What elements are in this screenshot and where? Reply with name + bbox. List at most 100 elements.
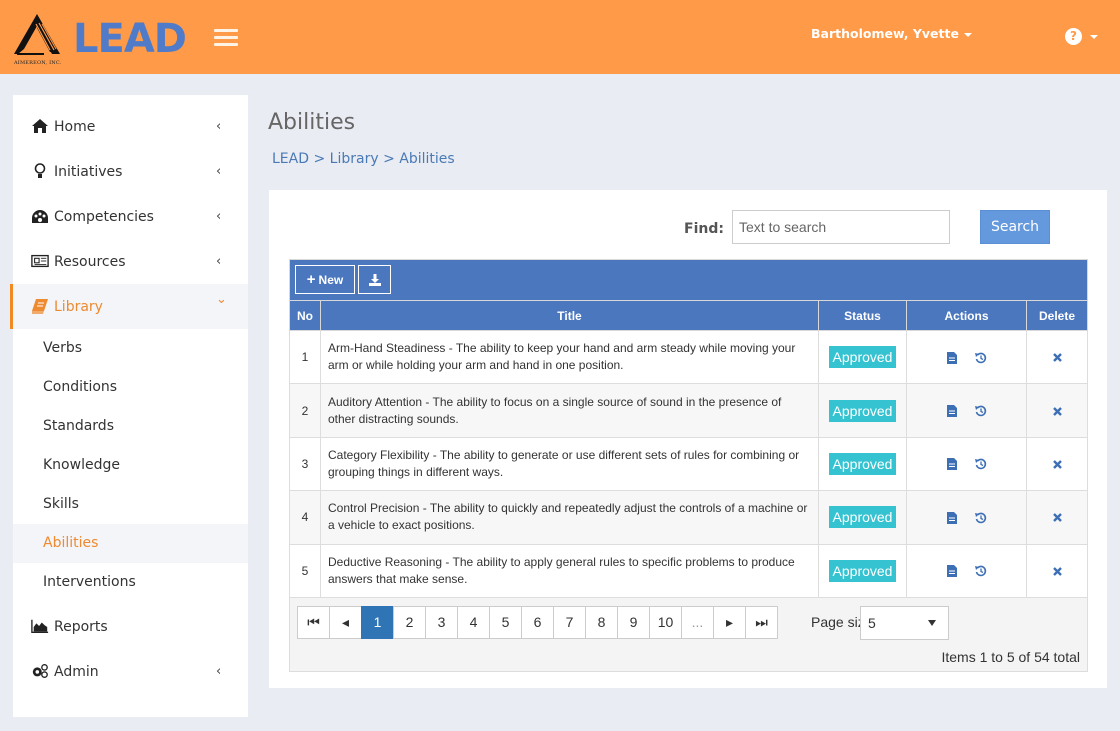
- home-icon: [31, 118, 49, 134]
- breadcrumb-library[interactable]: Library: [330, 151, 379, 167]
- page-button[interactable]: 9: [617, 605, 650, 639]
- details-icon[interactable]: [945, 351, 959, 365]
- delete-icon[interactable]: [1050, 457, 1064, 471]
- sidebar-subitem-conditions[interactable]: Conditions: [13, 368, 248, 407]
- delete-icon[interactable]: [1050, 511, 1064, 525]
- history-icon[interactable]: [974, 457, 988, 471]
- chevron-left-icon: ‹: [216, 254, 222, 269]
- row-title: Category Flexibility - The ability to ge…: [320, 436, 819, 492]
- column-header-no[interactable]: No: [289, 300, 321, 331]
- status-badge: Approved: [828, 346, 897, 369]
- page-button[interactable]: 5: [489, 605, 522, 639]
- status-badge: Approved: [828, 452, 897, 475]
- details-icon[interactable]: [945, 457, 959, 471]
- status-badge: Approved: [828, 399, 897, 422]
- column-header-status[interactable]: Status: [818, 300, 907, 331]
- chevron-left-icon: ‹: [216, 664, 222, 679]
- row-delete-cell: [1026, 383, 1088, 438]
- row-number: 5: [289, 543, 321, 598]
- sidebar-item-label: Library: [54, 298, 103, 315]
- table-row[interactable]: 3 Category Flexibility - The ability to …: [289, 436, 1088, 492]
- history-icon[interactable]: [974, 351, 988, 365]
- row-title: Auditory Attention - The ability to focu…: [320, 383, 819, 438]
- row-status-cell: Approved: [818, 543, 907, 598]
- row-number: 3: [289, 436, 321, 492]
- sidebar-item-admin[interactable]: Admin ‹: [13, 649, 248, 694]
- newspaper-icon: [31, 253, 49, 269]
- table-row[interactable]: 1 Arm-Hand Steadiness - The ability to k…: [289, 329, 1088, 385]
- breadcrumb-abilities[interactable]: Abilities: [399, 151, 454, 167]
- chevron-left-icon: ‹: [216, 119, 222, 134]
- new-button-label: New: [318, 272, 344, 287]
- sidebar-item-competencies[interactable]: Competencies ‹: [13, 194, 248, 239]
- chevron-down-icon: ⌄: [216, 292, 227, 307]
- delete-icon[interactable]: [1050, 564, 1064, 578]
- history-icon[interactable]: [974, 564, 988, 578]
- sidebar-item-label: Initiatives: [54, 163, 123, 180]
- page-button[interactable]: 2: [393, 605, 426, 639]
- page-button[interactable]: 8: [585, 605, 618, 639]
- row-actions: [906, 543, 1027, 598]
- page-button[interactable]: 7: [553, 605, 586, 639]
- caret-down-icon: [1090, 34, 1098, 39]
- page-button[interactable]: 10: [649, 605, 682, 639]
- breadcrumb-lead[interactable]: LEAD: [272, 151, 309, 167]
- page-button[interactable]: 6: [521, 605, 554, 639]
- history-icon[interactable]: [974, 404, 988, 418]
- sidebar-subitem-standards[interactable]: Standards: [13, 407, 248, 446]
- sidebar-subitem-abilities[interactable]: Abilities: [13, 524, 248, 563]
- pager-area: ⏮ ◂ 1 2 3 4 5 6 7 8 9 10... ▸ ⏭ Page size: 5 Items 1 …: [289, 597, 1088, 672]
- delete-icon[interactable]: [1050, 351, 1064, 365]
- sidebar-subitem-interventions[interactable]: Interventions: [13, 563, 248, 602]
- dropdown-arrow-icon: [928, 619, 936, 626]
- sidebar-item-resources[interactable]: Resources ‹: [13, 239, 248, 284]
- status-badge: Approved: [828, 559, 897, 582]
- last-page-button[interactable]: ⏭: [745, 605, 778, 639]
- page-button[interactable]: 3: [425, 605, 458, 639]
- page-size-value: 5: [868, 614, 876, 631]
- search-input[interactable]: [732, 210, 950, 244]
- first-page-button[interactable]: ⏮: [297, 605, 330, 639]
- app-logo[interactable]: LEAD: [73, 19, 187, 59]
- column-header-title[interactable]: Title: [320, 300, 819, 331]
- new-button[interactable]: + New: [295, 265, 355, 294]
- company-name: AIMEREON, INC.: [14, 60, 62, 66]
- items-info: Items 1 to 5 of 54 total: [941, 648, 1080, 665]
- user-menu[interactable]: Bartholomew, Yvette: [811, 26, 972, 41]
- history-icon[interactable]: [974, 511, 988, 525]
- row-title: Arm-Hand Steadiness - The ability to kee…: [320, 329, 819, 385]
- export-button[interactable]: [358, 265, 391, 294]
- page-button[interactable]: 1: [361, 605, 394, 639]
- details-icon[interactable]: [945, 564, 959, 578]
- details-icon[interactable]: [945, 511, 959, 525]
- details-icon[interactable]: [945, 404, 959, 418]
- row-status-cell: Approved: [818, 490, 907, 545]
- table-row[interactable]: 2 Auditory Attention - The ability to fo…: [289, 383, 1088, 438]
- sidebar-item-label: Competencies: [54, 208, 154, 225]
- abilities-grid: + New No Title Status Actions Delete 1 Ar…: [289, 259, 1088, 672]
- page-size-select[interactable]: 5: [860, 605, 949, 640]
- help-menu[interactable]: ?: [1065, 26, 1098, 45]
- sidebar-item-library[interactable]: Library ⌄: [10, 284, 248, 329]
- sidebar-subitem-skills[interactable]: Skills: [13, 485, 248, 524]
- sidebar-subitem-verbs[interactable]: Verbs: [13, 329, 248, 368]
- menu-toggle-icon[interactable]: [214, 29, 238, 47]
- page-button[interactable]: 4: [457, 605, 490, 639]
- chevron-left-icon: ‹: [216, 209, 222, 224]
- table-row[interactable]: 5 Deductive Reasoning - The ability to a…: [289, 543, 1088, 598]
- sidebar-item-initiatives[interactable]: Initiatives ‹: [13, 149, 248, 194]
- prev-page-button[interactable]: ◂: [329, 605, 362, 639]
- more-pages-button[interactable]: ...: [681, 605, 714, 639]
- aimereon-logo-icon: [14, 14, 60, 55]
- delete-icon[interactable]: [1050, 404, 1064, 418]
- table-row[interactable]: 4 Control Precision - The ability to qui…: [289, 490, 1088, 545]
- breadcrumb-separator: >: [383, 151, 395, 167]
- sidebar-item-home[interactable]: Home ‹: [13, 104, 248, 149]
- search-button[interactable]: Search: [980, 210, 1050, 244]
- sidebar-item-reports[interactable]: Reports: [13, 604, 248, 649]
- library-submenu: Verbs Conditions Standards Knowledge Ski…: [13, 329, 248, 602]
- book-icon: [31, 298, 49, 314]
- next-page-button[interactable]: ▸: [713, 605, 746, 639]
- sidebar-subitem-knowledge[interactable]: Knowledge: [13, 446, 248, 485]
- question-circle-icon: ?: [1065, 28, 1082, 45]
